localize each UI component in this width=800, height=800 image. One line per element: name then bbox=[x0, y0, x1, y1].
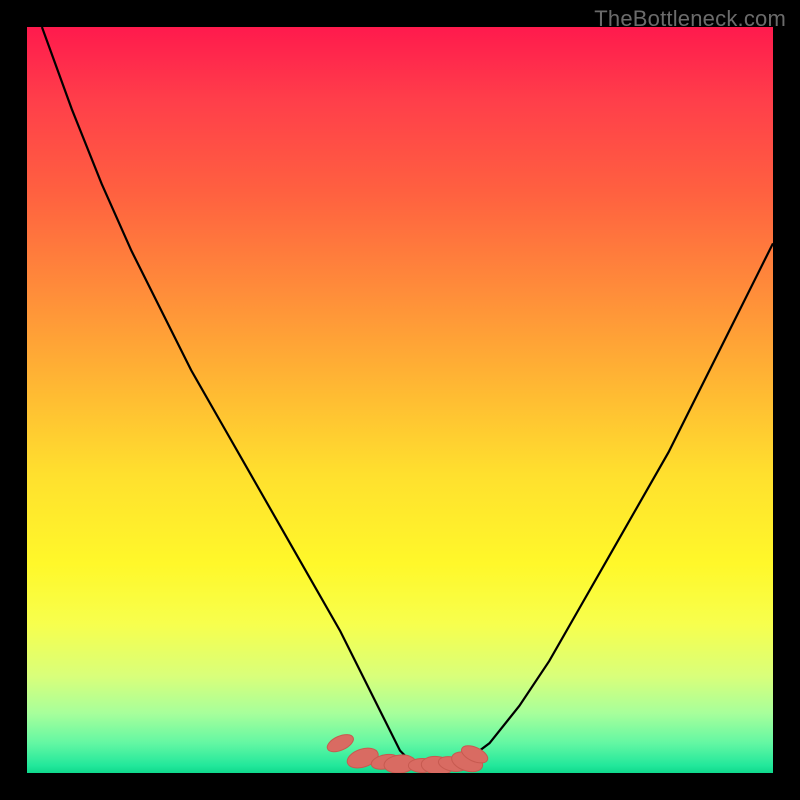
bottleneck-curve bbox=[27, 27, 773, 773]
valley-marker bbox=[370, 752, 400, 772]
plot-gradient-area bbox=[27, 27, 773, 773]
valley-marker bbox=[449, 748, 485, 773]
watermark-text: TheBottleneck.com bbox=[594, 6, 786, 32]
valley-marker bbox=[345, 745, 381, 772]
valley-marker bbox=[408, 759, 436, 773]
valley-marker bbox=[437, 754, 467, 773]
valley-marker bbox=[325, 731, 356, 755]
valley-marker bbox=[459, 742, 490, 766]
valley-marker bbox=[420, 755, 454, 773]
valley-marker bbox=[383, 753, 417, 773]
valley-markers bbox=[325, 731, 491, 773]
curve-left-branch bbox=[42, 27, 415, 766]
curve-right-branch bbox=[460, 243, 773, 765]
